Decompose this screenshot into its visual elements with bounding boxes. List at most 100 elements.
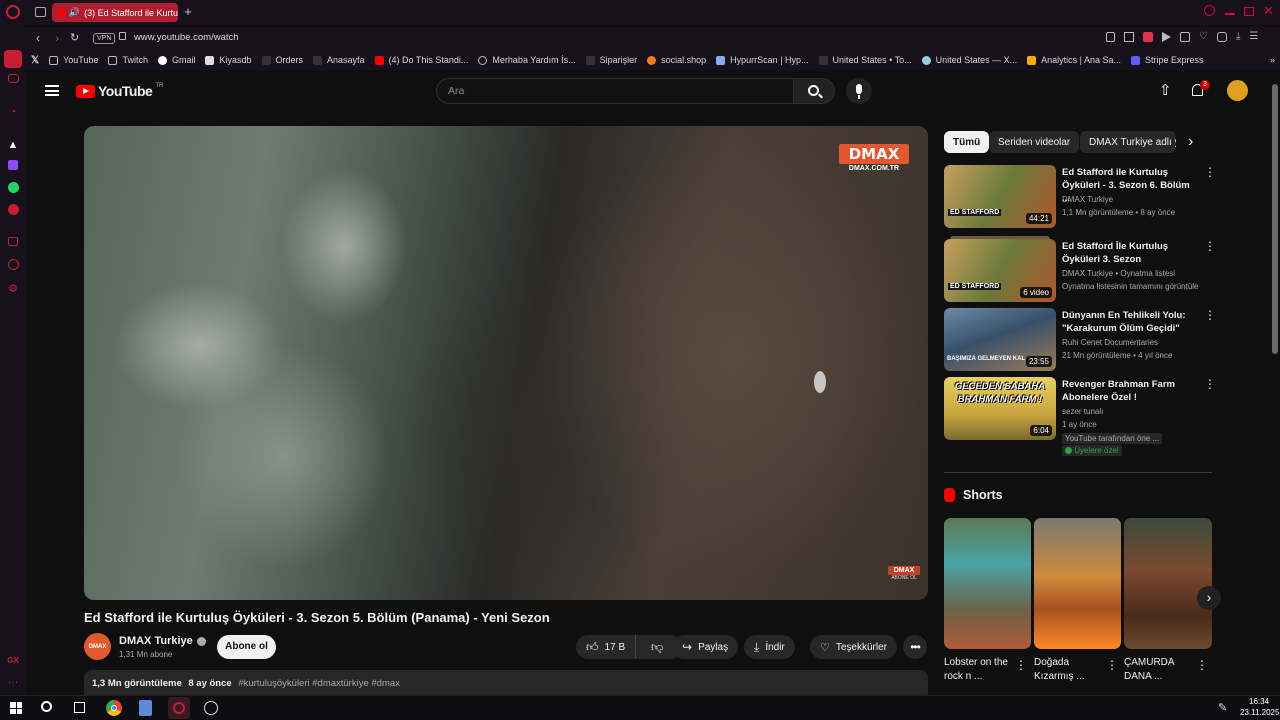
gx-control-icon[interactable]: [8, 74, 19, 83]
youtube-logo[interactable]: YouTube TR: [76, 83, 163, 99]
pocket-icon[interactable]: [1143, 32, 1153, 42]
recommendation-item[interactable]: BAŞIMIZA GELMEYEN KAL 23:55 Dünyanın En …: [944, 308, 1216, 372]
bookmark-item[interactable]: HypurrScan | Hyp...: [711, 50, 813, 70]
like-button[interactable]: 👍︎ 17 B: [576, 635, 636, 659]
settings-icon[interactable]: ⚙: [6, 281, 20, 295]
bookmarks-more-icon[interactable]: »: [1265, 50, 1280, 70]
video-thumbnail[interactable]: GECEDEN SABAHA BRAHMAN FARM ! 6:04: [944, 377, 1056, 440]
home-icon[interactable]: [4, 50, 22, 68]
bookmark-item[interactable]: United States — X...: [917, 50, 1023, 70]
active-tab[interactable]: 🔊 (3) Ed Stafford ile Kurtu: [52, 3, 178, 22]
clock-time[interactable]: 16:34: [1249, 697, 1269, 706]
search-input[interactable]: Ara: [436, 78, 794, 104]
recommendation-item[interactable]: ED STAFFORD 44:21 Ed Stafford ile Kurtul…: [944, 165, 1216, 229]
recommendation-meta[interactable]: Oynatma listesinin tamamını görüntüle: [1062, 282, 1199, 291]
twitch-icon[interactable]: [8, 160, 18, 170]
url-field[interactable]: www.youtube.com/watch: [134, 32, 239, 43]
whatsapp-icon[interactable]: [8, 182, 19, 193]
channel-avatar[interactable]: DMAX: [84, 633, 111, 660]
maximize-icon[interactable]: [1244, 7, 1254, 16]
aria-icon[interactable]: ▲: [6, 138, 20, 152]
more-icon[interactable]: …: [6, 673, 20, 687]
bookmark-item[interactable]: Analytics | Ana Sa...: [1022, 50, 1126, 70]
download-button[interactable]: ⤓ İndir: [744, 635, 795, 659]
heart-icon[interactable]: ♡: [1199, 32, 1208, 45]
more-vertical-icon[interactable]: ⋮: [1204, 378, 1216, 390]
scrollbar-thumb[interactable]: [1272, 84, 1278, 354]
bookmark-item[interactable]: (4) Do This Standi...: [370, 50, 474, 70]
opera-logo-icon[interactable]: [6, 5, 20, 19]
upload-button[interactable]: ⇧: [1159, 82, 1172, 100]
hashtags[interactable]: #kurtuluşöyküleri #dmaxtürkiye #dmax: [238, 678, 400, 689]
description-box[interactable]: 1,3 Mn görüntüleme 8 ay önce #kurtuluşöy…: [84, 670, 928, 695]
history-icon[interactable]: [8, 259, 19, 270]
download-icon[interactable]: ⤓: [1236, 32, 1240, 45]
bookmark-item[interactable]: Merhaba Yardım İs...: [473, 50, 580, 70]
dislike-button[interactable]: 👎︎: [642, 640, 663, 655]
bookmark-item[interactable]: United States • To...: [814, 50, 917, 70]
chips-next-icon[interactable]: ›: [1188, 131, 1193, 153]
speaker-icon[interactable]: 🔊: [69, 7, 80, 18]
shorts-next-button[interactable]: ›: [1197, 586, 1221, 610]
voice-search-button[interactable]: [846, 78, 872, 104]
tab-workspace-icon[interactable]: [35, 7, 46, 17]
playlist-thumbnail[interactable]: ED STAFFORD 6 video: [944, 239, 1056, 302]
page-scrollbar[interactable]: [1270, 70, 1280, 695]
speed-icon[interactable]: ◔: [6, 105, 20, 119]
back-icon[interactable]: ‹: [36, 31, 40, 45]
bookmark-x[interactable]: 𝕏: [26, 50, 44, 70]
bookmark-item[interactable]: YouTube: [44, 50, 103, 70]
bookmark-item[interactable]: Kiyasdb: [200, 50, 256, 70]
bookmark-item[interactable]: Orders: [257, 50, 309, 70]
youtube-music-icon[interactable]: [8, 204, 19, 215]
opera-gx-taskbar-icon[interactable]: [168, 697, 190, 719]
short-title[interactable]: Lobster on the rock n ...: [944, 656, 1016, 684]
clock-date[interactable]: 23.11.2025: [1240, 708, 1279, 717]
new-tab-button[interactable]: +: [181, 4, 195, 20]
bookmark-item[interactable]: Stripe Express: [1126, 50, 1209, 70]
more-actions-button[interactable]: •••: [903, 635, 927, 659]
minimize-icon[interactable]: [1225, 13, 1235, 15]
wallet-icon[interactable]: [8, 237, 18, 246]
bookmark-item[interactable]: social.shop: [642, 50, 711, 70]
easy-setup-icon[interactable]: ☰: [1249, 32, 1258, 45]
recommendation-item[interactable]: GECEDEN SABAHA BRAHMAN FARM ! 6:04 Reven…: [944, 377, 1216, 469]
recommendation-item[interactable]: ED STAFFORD 6 video Ed Stafford İle Kurt…: [944, 236, 1216, 303]
more-vertical-icon[interactable]: ⋮: [1196, 659, 1208, 671]
more-vertical-icon[interactable]: ⋮: [1204, 309, 1216, 321]
bookmark-item[interactable]: Gmail: [153, 50, 201, 70]
chrome-icon[interactable]: [106, 700, 122, 716]
chip-all[interactable]: Tümü: [944, 131, 990, 153]
pin-icon[interactable]: [1106, 32, 1115, 42]
extensions-icon[interactable]: [1216, 32, 1227, 42]
video-thumbnail[interactable]: BAŞIMIZA GELMEYEN KAL 23:55: [944, 308, 1056, 371]
account-avatar[interactable]: [1227, 80, 1248, 101]
chip-series[interactable]: Seriden videolar: [989, 131, 1080, 153]
calculator-icon[interactable]: [139, 700, 152, 716]
subscribe-button[interactable]: Abone ol: [217, 635, 276, 659]
close-window-icon[interactable]: ✕: [1263, 4, 1274, 18]
more-vertical-icon[interactable]: ⋮: [1015, 659, 1027, 671]
task-view-icon[interactable]: [74, 702, 85, 713]
channel-name[interactable]: DMAX Turkiye: [119, 635, 206, 647]
wallet-icon[interactable]: [1180, 32, 1190, 42]
snapshot-icon[interactable]: [1124, 32, 1134, 42]
short-thumbnail[interactable]: [1124, 518, 1212, 649]
short-title[interactable]: ÇAMURDA DANA ...: [1124, 656, 1196, 684]
bookmark-item[interactable]: Siparişler: [581, 50, 643, 70]
more-vertical-icon[interactable]: ⋮: [1106, 659, 1118, 671]
more-vertical-icon[interactable]: ⋮: [1204, 166, 1216, 178]
vpn-badge[interactable]: VPN: [93, 33, 116, 44]
hamburger-menu-icon[interactable]: [45, 85, 59, 96]
reload-icon[interactable]: ↻: [70, 31, 79, 44]
forward-icon[interactable]: ›: [55, 31, 59, 45]
pen-icon[interactable]: ✎: [1218, 701, 1227, 714]
bookmark-item[interactable]: Anasayfa: [308, 50, 370, 70]
app-icon[interactable]: [204, 701, 218, 715]
short-thumbnail[interactable]: [944, 518, 1031, 649]
search-button[interactable]: [794, 78, 835, 104]
short-title[interactable]: Doğada Kızarmış ...: [1034, 656, 1106, 684]
notifications-button[interactable]: 3: [1190, 80, 1210, 100]
windows-start-icon[interactable]: [10, 702, 22, 714]
player-icon[interactable]: [1162, 32, 1171, 42]
